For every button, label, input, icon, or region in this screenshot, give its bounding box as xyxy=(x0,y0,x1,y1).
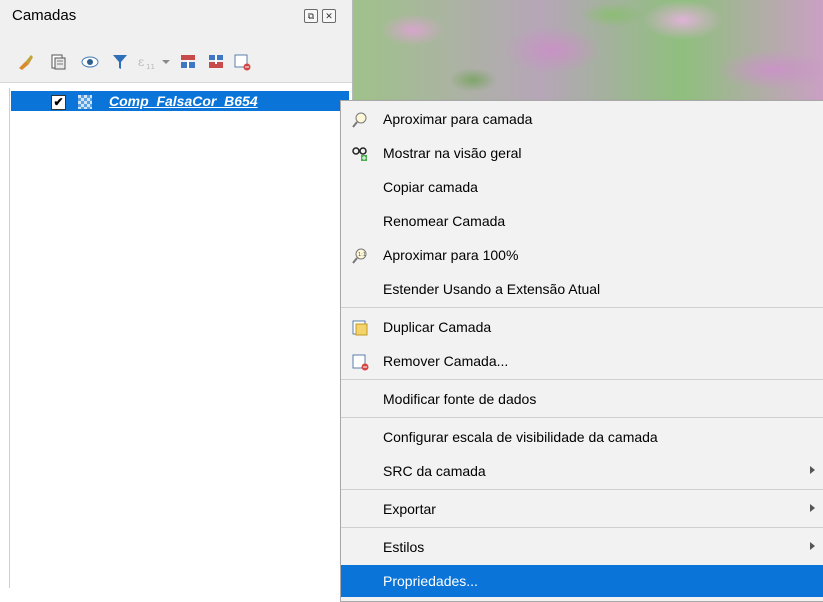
menu-item-zoom-100[interactable]: 1:1 Aproximar para 100% xyxy=(341,239,823,271)
menu-item-show-in-overview[interactable]: Mostrar na visão geral xyxy=(341,137,823,169)
layer-row-selected[interactable]: ✔ Comp_FalsaCor_B654 xyxy=(11,91,349,111)
menu-item-label: Exportar xyxy=(383,501,436,517)
layer-tree: ✔ Comp_FalsaCor_B654 xyxy=(9,88,350,588)
menu-item-label: Aproximar para 100% xyxy=(383,247,519,263)
svg-text:11: 11 xyxy=(146,63,155,71)
submenu-arrow-icon xyxy=(810,542,815,550)
panel-title: Camadas xyxy=(12,7,77,24)
zoom-icon xyxy=(351,111,369,129)
layers-toolbar: ε 11 xyxy=(0,30,352,83)
menu-item-label: Configurar escala de visibilidade da cam… xyxy=(383,429,658,445)
menu-item-label: Copiar camada xyxy=(383,179,478,195)
submenu-arrow-icon xyxy=(810,504,815,512)
layer-context-menu: Aproximar para camada Mostrar na visão g… xyxy=(340,100,823,602)
menu-item-properties[interactable]: Propriedades... xyxy=(341,565,823,597)
menu-item-label: Propriedades... xyxy=(383,573,478,589)
duplicate-icon xyxy=(351,319,369,337)
menu-item-label: Estilos xyxy=(383,539,425,555)
menu-item-copy-layer[interactable]: Copiar camada xyxy=(341,171,823,203)
paint-style-icon[interactable] xyxy=(16,52,36,72)
svg-text:1:1: 1:1 xyxy=(358,252,366,258)
menu-item-label: Renomear Camada xyxy=(383,213,506,229)
menu-item-export[interactable]: Exportar xyxy=(341,493,823,525)
menu-item-rename-layer[interactable]: Renomear Camada xyxy=(341,205,823,237)
menu-item-stretch-extent[interactable]: Estender Usando a Extensão Atual xyxy=(341,273,823,305)
menu-item-label: SRC da camada xyxy=(383,463,486,479)
menu-item-styles[interactable]: Estilos xyxy=(341,531,823,563)
menu-item-label: Remover Camada... xyxy=(383,353,509,369)
add-group-icon[interactable] xyxy=(48,52,68,72)
panel-header: Camadas ⧉ ✕ xyxy=(0,0,352,30)
menu-separator xyxy=(341,307,823,308)
menu-separator xyxy=(341,379,823,380)
layer-name[interactable]: Comp_FalsaCor_B654 xyxy=(109,93,258,109)
menu-separator xyxy=(341,489,823,490)
map-canvas[interactable] xyxy=(353,0,823,101)
layer-visibility-checkbox[interactable]: ✔ xyxy=(51,95,66,110)
zoom-100-icon: 1:1 xyxy=(351,247,369,265)
close-panel-icon[interactable]: ✕ xyxy=(322,9,336,23)
menu-item-label: Aproximar para camada xyxy=(383,111,533,127)
dropdown-icon[interactable] xyxy=(156,52,176,72)
svg-text:ε: ε xyxy=(138,55,144,69)
layers-panel: Camadas ⧉ ✕ ε 11 ✔ Comp_FalsaCor_B654 xyxy=(0,0,353,593)
menu-item-layer-crs[interactable]: SRC da camada xyxy=(341,455,823,487)
filter-icon[interactable] xyxy=(110,52,130,72)
float-panel-icon[interactable]: ⧉ xyxy=(304,9,318,23)
menu-item-label: Estender Usando a Extensão Atual xyxy=(383,281,601,297)
filter-expression-icon[interactable]: ε 11 xyxy=(136,52,156,72)
expand-all-icon[interactable] xyxy=(178,52,198,72)
menu-item-label: Mostrar na visão geral xyxy=(383,145,522,161)
menu-item-duplicate-layer[interactable]: Duplicar Camada xyxy=(341,311,823,343)
menu-item-label: Duplicar Camada xyxy=(383,319,492,335)
remove-layer-icon[interactable] xyxy=(232,52,252,72)
submenu-arrow-icon xyxy=(810,466,815,474)
menu-item-scale-visibility[interactable]: Configurar escala de visibilidade da cam… xyxy=(341,421,823,453)
eye-visibility-icon[interactable] xyxy=(80,52,100,72)
collapse-all-icon[interactable] xyxy=(206,52,226,72)
menu-item-change-data-source[interactable]: Modificar fonte de dados xyxy=(341,383,823,415)
menu-item-label: Modificar fonte de dados xyxy=(383,391,537,407)
menu-item-zoom-to-layer[interactable]: Aproximar para camada xyxy=(341,103,823,135)
remove-icon xyxy=(351,353,369,371)
menu-separator xyxy=(341,527,823,528)
menu-item-remove-layer[interactable]: Remover Camada... xyxy=(341,345,823,377)
overview-icon xyxy=(351,145,369,163)
raster-layer-icon xyxy=(78,95,92,109)
menu-separator xyxy=(341,417,823,418)
